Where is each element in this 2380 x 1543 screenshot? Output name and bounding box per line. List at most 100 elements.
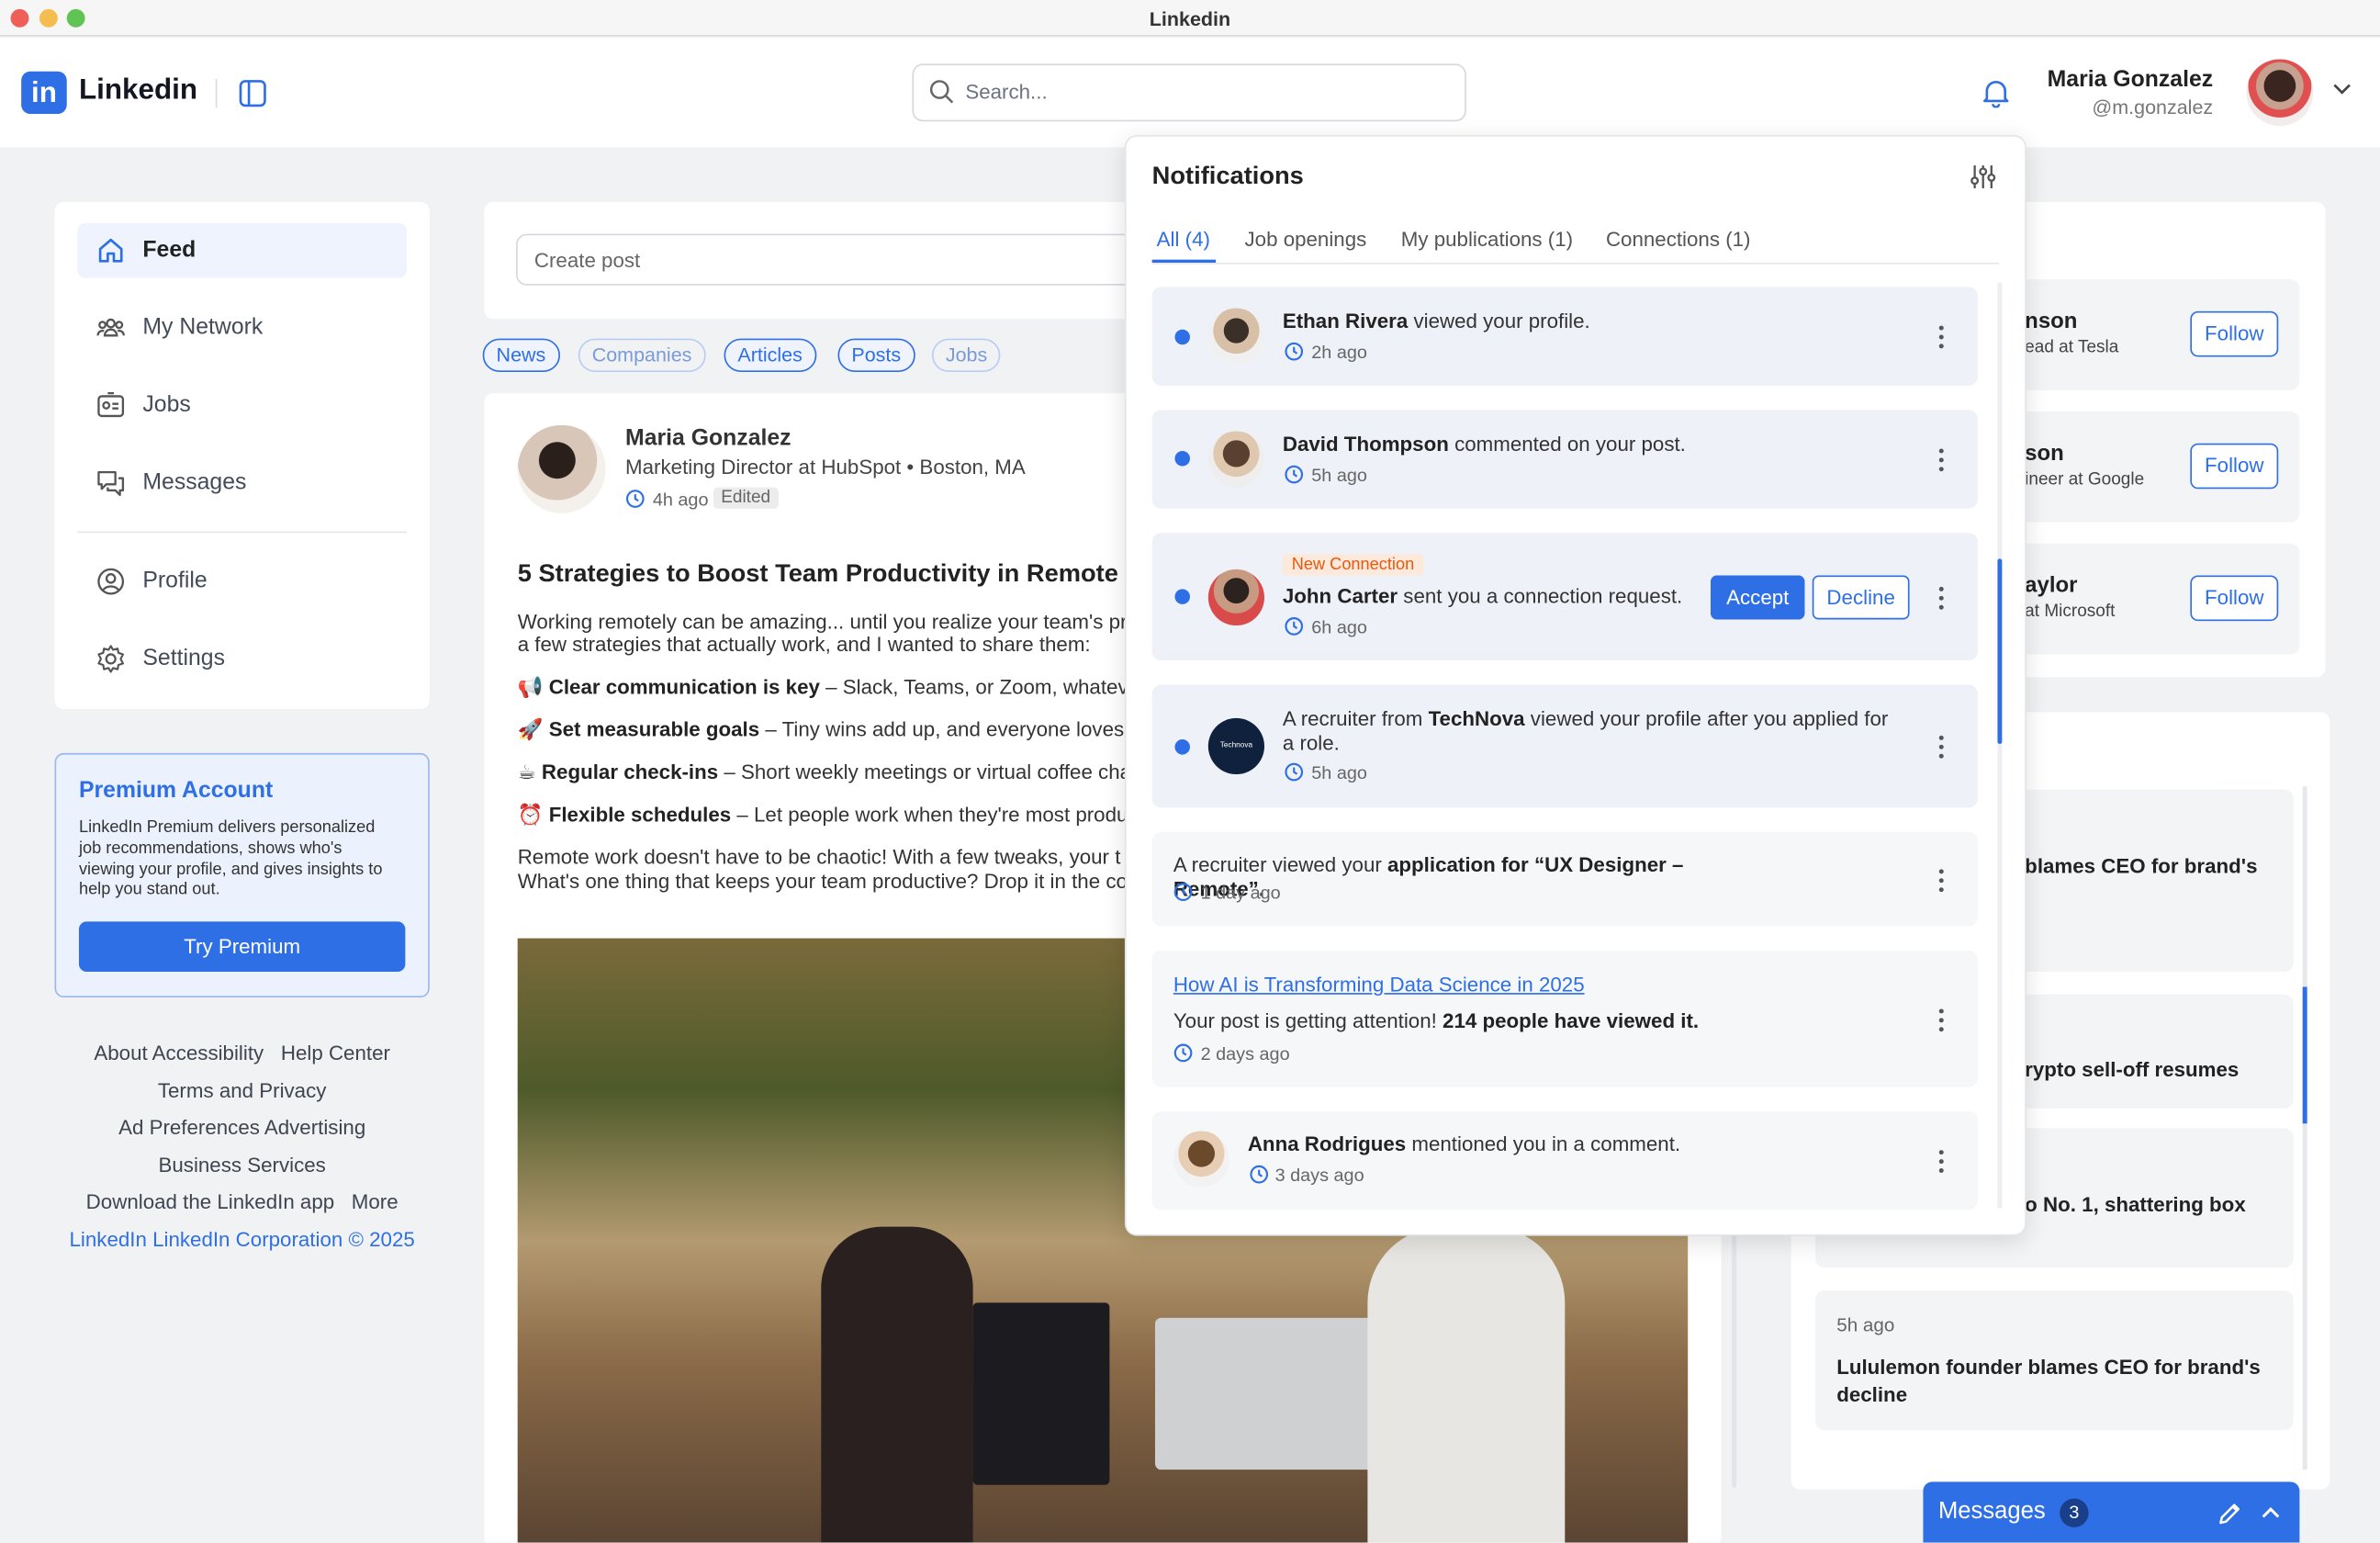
business-services-link[interactable]: Business Services	[55, 1154, 430, 1177]
chevron-down-icon[interactable]	[2331, 82, 2352, 97]
notification-name[interactable]: TechNova	[1429, 707, 1525, 730]
tab-job-openings[interactable]: Job openings	[1245, 228, 1367, 251]
news-item[interactable]: 5h ago Lululemon founder blames CEO for …	[1815, 1290, 2294, 1431]
filter-chip-posts[interactable]: Posts	[837, 338, 915, 372]
notification-message: sent you a connection request.	[1398, 584, 1683, 608]
notification-item[interactable]	[1151, 410, 1978, 509]
premium-description: LinkedIn Premium delivers personalized j…	[79, 818, 410, 902]
john-carter-avatar[interactable]	[1207, 569, 1264, 626]
more-options-icon[interactable]	[1938, 869, 1945, 893]
post-paragraph: a few strategies that actually work, and…	[517, 633, 1091, 657]
anna-rodrigues-avatar[interactable]	[1173, 1131, 1229, 1188]
ad-preferences-link[interactable]: Ad Preferences Advertising	[55, 1116, 430, 1139]
active-tab-indicator	[1151, 259, 1217, 263]
home-icon	[95, 235, 126, 265]
news-scroll-thumb[interactable]	[2302, 986, 2307, 1124]
decline-button[interactable]: Decline	[1812, 575, 1910, 620]
filter-chip-articles[interactable]: Articles	[724, 338, 816, 372]
notification-name[interactable]: David Thompson	[1283, 433, 1449, 456]
more-options-icon[interactable]	[1938, 586, 1945, 610]
more-options-icon[interactable]	[1938, 448, 1945, 472]
post-point: 🚀 Set measurable goals – Tiny wins add u…	[518, 718, 1151, 742]
sidebar-item-my-network[interactable]: My Network	[77, 300, 407, 355]
filter-chip-news[interactable]: News	[482, 338, 560, 372]
news-scrollbar[interactable]	[2302, 786, 2307, 1470]
window-title: Linkedin	[1149, 7, 1231, 31]
notification-message: A recruiter from	[1282, 707, 1429, 731]
more-link[interactable]: More	[352, 1190, 399, 1213]
sidebar-item-label: My Network	[142, 314, 264, 341]
notification-text: Ethan Rivera viewed your profile.	[1283, 310, 1590, 333]
more-options-icon[interactable]	[1938, 1149, 1945, 1173]
people-icon	[95, 313, 126, 344]
post-paragraph: Working remotely can be amazing... until…	[517, 610, 1128, 634]
suggestion-name[interactable]: nson	[2025, 310, 2077, 333]
filter-chip-companies[interactable]: Companies	[578, 338, 706, 372]
sidebar-toggle-icon[interactable]	[239, 79, 267, 107]
sidebar-item-messages[interactable]: Messages	[77, 456, 407, 511]
premium-desc-line: LinkedIn Premium delivers personalized	[78, 817, 376, 837]
sidebar-item-feed[interactable]: Feed	[77, 222, 408, 278]
more-options-icon[interactable]	[1938, 1008, 1945, 1032]
premium-desc-line: viewing your profile, and gives insights…	[78, 860, 383, 879]
technova-logo[interactable]: Technova	[1207, 717, 1264, 775]
point-emoji: 🚀	[517, 717, 544, 741]
post-author-name[interactable]: Maria Gonzalez	[625, 425, 791, 451]
notification-item[interactable]	[1151, 1111, 1978, 1211]
person-shape	[1367, 1226, 1566, 1543]
post-point: ☕ Regular check-ins – Short weekly meeti…	[518, 760, 1131, 784]
filter-chip-jobs[interactable]: Jobs	[931, 338, 1002, 372]
accept-button[interactable]: Accept	[1710, 575, 1805, 620]
notification-time: 5h ago	[1311, 761, 1367, 783]
about-accessibility-link[interactable]: About Accessibility	[94, 1042, 264, 1064]
gear-icon	[95, 644, 126, 674]
person-shape	[821, 1226, 973, 1543]
suggestion-subtitle: at Microsoft	[2025, 603, 2116, 622]
notification-time: 2 days ago	[1200, 1042, 1290, 1064]
linkedin-logo[interactable]: in	[21, 71, 67, 114]
download-app-link[interactable]: Download the LinkedIn app	[86, 1190, 334, 1213]
follow-button[interactable]: Follow	[2190, 443, 2279, 490]
filter-settings-icon[interactable]	[1969, 163, 1997, 191]
article-link[interactable]: How AI is Transforming Data Science in 2…	[1173, 974, 1585, 997]
follow-button[interactable]: Follow	[2190, 310, 2279, 357]
notification-name[interactable]: Ethan Rivera	[1283, 310, 1408, 332]
notification-name[interactable]: John Carter	[1283, 584, 1398, 607]
ethan-rivera-avatar[interactable]	[1207, 308, 1264, 365]
chevron-up-icon[interactable]	[2259, 1504, 2283, 1522]
user-avatar[interactable]	[2246, 59, 2314, 127]
notification-item[interactable]	[1151, 831, 1978, 927]
brand-name: Linkedin	[78, 73, 198, 107]
sidebar-item-jobs[interactable]: Jobs	[77, 378, 407, 434]
tab-connections[interactable]: Connections (1)	[1606, 228, 1751, 251]
terms-link[interactable]: Terms and Privacy	[55, 1079, 430, 1102]
clock-icon	[625, 489, 645, 508]
notifications-scroll-thumb[interactable]	[1997, 558, 2003, 744]
compose-icon[interactable]	[2216, 1500, 2243, 1527]
suggestion-name[interactable]: aylor	[2025, 574, 2077, 598]
notification-item[interactable]	[1151, 287, 1978, 386]
post-author-avatar[interactable]	[517, 424, 606, 513]
premium-desc-line: job recommendations, shows who's	[78, 839, 342, 858]
suggestion-name[interactable]: son	[2025, 442, 2064, 466]
notification-text: David Thompson commented on your post.	[1283, 433, 1686, 456]
sidebar-item-settings[interactable]: Settings	[77, 632, 407, 687]
help-center-link[interactable]: Help Center	[281, 1042, 390, 1064]
laptop-shape	[972, 1302, 1110, 1485]
more-options-icon[interactable]	[1938, 325, 1945, 349]
try-premium-button[interactable]: Try Premium	[78, 921, 406, 972]
notifications-scrollbar[interactable]	[1997, 282, 2003, 1209]
tab-all[interactable]: All (4)	[1157, 228, 1210, 251]
tab-my-publications[interactable]: My publications (1)	[1401, 228, 1573, 251]
notification-message: viewed your profile.	[1408, 310, 1590, 333]
notification-name[interactable]: Anna Rodrigues	[1248, 1132, 1406, 1155]
more-options-icon[interactable]	[1938, 735, 1945, 759]
david-thompson-avatar[interactable]	[1207, 431, 1264, 488]
notification-time: 2h ago	[1311, 341, 1367, 364]
nav-divider	[77, 531, 408, 534]
point-emoji: ⏰	[517, 803, 544, 827]
notification-item[interactable]	[1151, 684, 1978, 808]
sidebar-item-profile[interactable]: Profile	[77, 554, 407, 609]
follow-button[interactable]: Follow	[2190, 575, 2279, 622]
bell-icon[interactable]	[1981, 77, 2011, 108]
